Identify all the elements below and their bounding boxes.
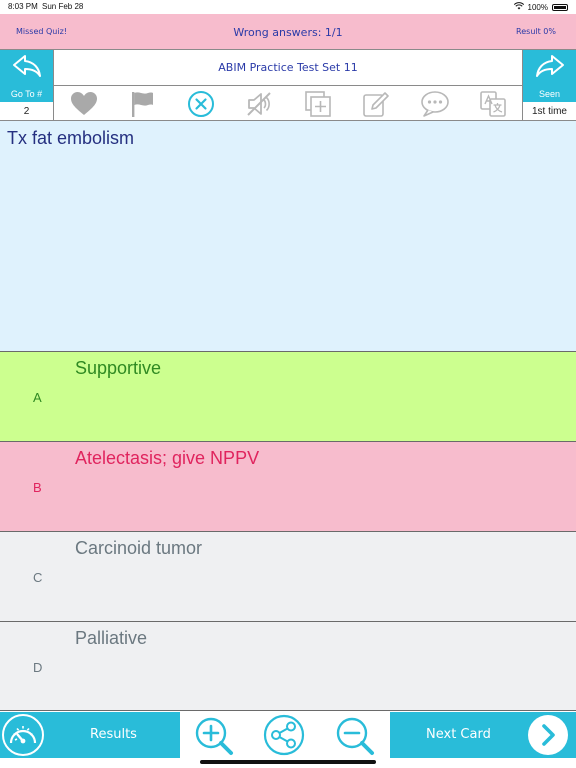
answer-letter: D <box>33 660 43 675</box>
answer-letter: B <box>33 480 42 495</box>
seen-box: Seen 1st time <box>522 86 576 121</box>
next-card-label: Next Card <box>426 727 491 742</box>
answer-option-a[interactable]: A Supportive <box>0 351 576 441</box>
battery-icon <box>552 3 568 11</box>
answer-text: Carcinoid tumor <box>75 538 203 558</box>
remove-circle-icon[interactable] <box>186 89 216 119</box>
status-date: Sun Feb 28 <box>42 2 84 11</box>
seen-label: Seen <box>523 86 576 102</box>
battery-percent: 100% <box>527 2 548 12</box>
flag-icon[interactable] <box>127 89 157 119</box>
page-title: ABIM Practice Test Set 11 <box>218 61 358 74</box>
wrong-answers-count: Wrong answers: 1/1 <box>233 26 343 39</box>
seen-value: 1st time <box>531 106 567 117</box>
gauge-icon <box>2 714 44 756</box>
back-arrow-icon <box>11 53 43 84</box>
home-indicator[interactable] <box>200 760 376 764</box>
question-panel: Tx fat embolism <box>0 121 576 351</box>
result-percent: Result 0% <box>516 27 556 36</box>
answer-text: Atelectasis; give NPPV <box>75 448 260 468</box>
status-right: 100% <box>513 2 568 12</box>
answer-option-c[interactable]: C Carcinoid tumor <box>0 531 576 621</box>
toolbar: Go To # 2 Seen 1st time <box>0 86 576 121</box>
share-icon[interactable] <box>263 714 305 756</box>
score-bar: Missed Quiz! Wrong answers: 1/1 Result 0… <box>0 14 576 50</box>
status-time: 8:03 PM <box>8 2 38 11</box>
status-bar: 8:03 PM Sun Feb 28 100% <box>0 0 576 14</box>
results-button[interactable]: Results <box>0 712 180 758</box>
back-button[interactable] <box>0 50 54 86</box>
answer-letter: C <box>33 570 43 585</box>
forward-button[interactable] <box>522 50 576 86</box>
zoom-out-icon[interactable] <box>333 714 375 756</box>
goto-value[interactable]: 2 <box>0 102 53 121</box>
mute-icon[interactable] <box>244 89 274 119</box>
comment-icon[interactable] <box>420 89 450 119</box>
answer-text: Palliative <box>75 628 148 648</box>
forward-arrow-icon <box>534 53 566 84</box>
next-arrow-icon <box>528 715 568 755</box>
add-card-icon[interactable] <box>303 89 333 119</box>
edit-icon[interactable] <box>361 89 391 119</box>
bottom-bar: Results Next Card <box>0 710 576 758</box>
question-text: Tx fat embolism <box>7 128 135 148</box>
results-label: Results <box>90 727 137 742</box>
answer-letter: A <box>33 390 42 405</box>
answer-option-b[interactable]: B Atelectasis; give NPPV <box>0 441 576 531</box>
zoom-in-icon[interactable] <box>192 714 234 756</box>
translate-icon[interactable] <box>478 89 508 119</box>
heart-icon[interactable] <box>69 89 99 119</box>
next-card-button[interactable]: Next Card <box>390 712 576 758</box>
answer-option-d[interactable]: D Palliative <box>0 621 576 710</box>
title-bar: ABIM Practice Test Set 11 <box>0 50 576 86</box>
wifi-icon <box>513 2 524 12</box>
goto-label: Go To # <box>0 86 53 102</box>
goto-box[interactable]: Go To # 2 <box>0 86 54 121</box>
answer-text: Supportive <box>75 358 162 378</box>
